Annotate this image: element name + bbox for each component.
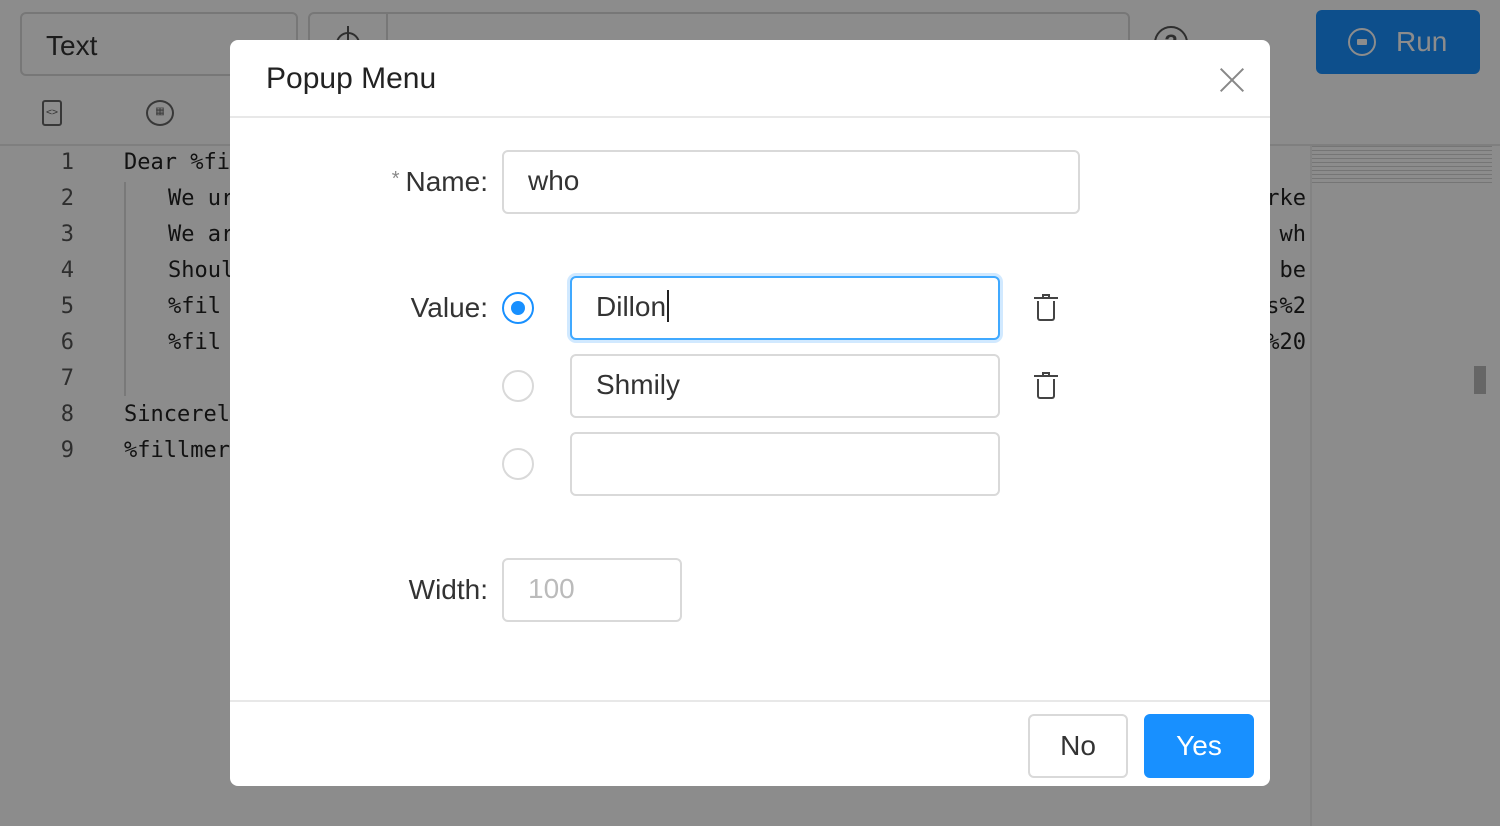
width-input-placeholder: 100	[528, 573, 575, 604]
width-input[interactable]: 100	[502, 558, 682, 622]
name-input-value: who	[528, 165, 580, 196]
label-colon: :	[480, 292, 488, 323]
yes-button[interactable]: Yes	[1144, 714, 1254, 778]
name-label-text: Name	[405, 166, 481, 197]
label-colon: :	[480, 166, 488, 197]
dialog-footer: No Yes	[230, 700, 1270, 786]
no-button[interactable]: No	[1028, 714, 1128, 778]
value-radio-3[interactable]	[502, 448, 534, 480]
trash-icon-can	[1037, 301, 1055, 321]
text-caret	[667, 290, 670, 322]
value-input-2-text: Shmily	[596, 369, 681, 400]
trash-icon[interactable]	[1034, 294, 1058, 322]
width-label: Width:	[248, 574, 488, 606]
width-label-text: Width	[408, 574, 481, 605]
name-input[interactable]: who	[502, 150, 1080, 214]
label-colon: :	[480, 574, 488, 605]
dialog-title: Popup Menu	[266, 62, 437, 95]
value-input-2[interactable]: Shmily	[570, 354, 1000, 418]
value-input-1-text: Dillon	[596, 291, 667, 322]
value-radio-1[interactable]	[502, 292, 534, 324]
trash-icon-can	[1037, 379, 1055, 399]
name-label: * Name:	[248, 166, 488, 198]
value-radio-2[interactable]	[502, 370, 534, 402]
value-input-3[interactable]	[570, 432, 1000, 496]
value-label-text: Value	[410, 292, 481, 323]
trash-icon-lid	[1034, 375, 1058, 377]
close-icon[interactable]	[1212, 60, 1252, 100]
trash-icon[interactable]	[1034, 372, 1058, 400]
value-label: Value:	[248, 292, 488, 324]
popup-menu-dialog: Popup Menu * Name: who Value: Dillon Shmi…	[230, 40, 1270, 786]
required-marker: *	[391, 168, 400, 190]
trash-icon-lid	[1034, 297, 1058, 299]
dialog-header: Popup Menu	[230, 40, 1270, 118]
value-input-1[interactable]: Dillon	[570, 276, 1000, 340]
